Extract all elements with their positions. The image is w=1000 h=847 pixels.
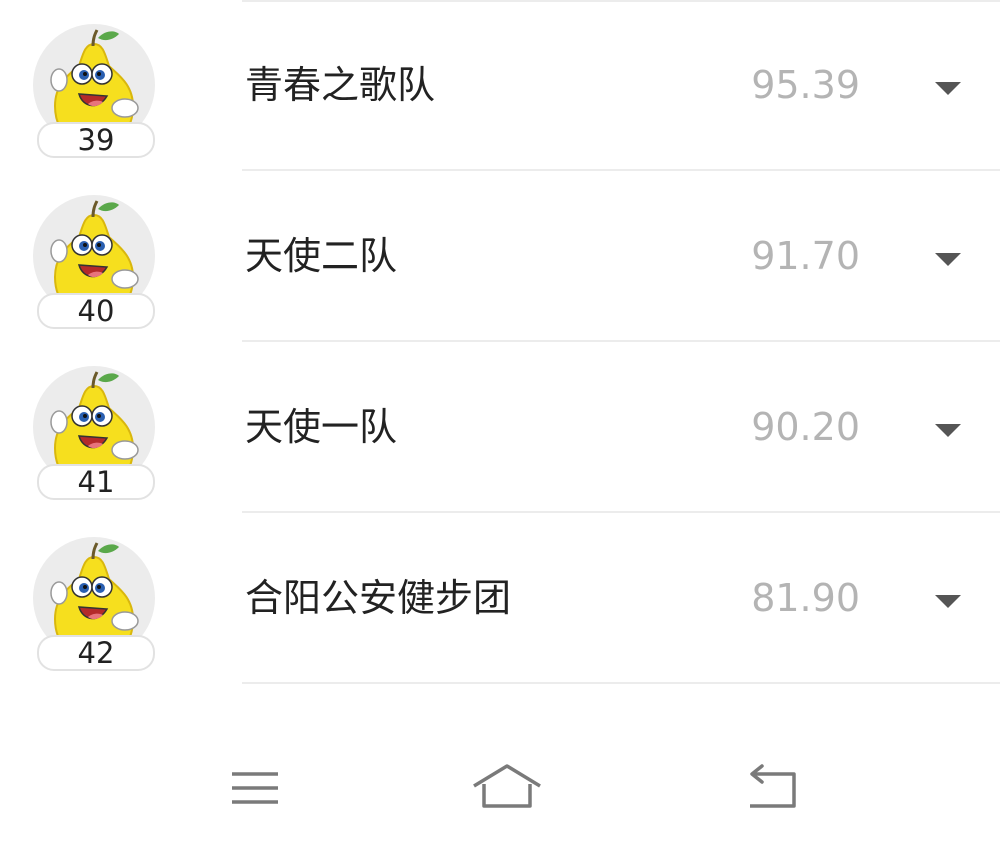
caret-down-icon [935, 595, 961, 608]
expand-button[interactable] [918, 233, 976, 283]
team-name: 天使一队 [245, 405, 398, 449]
expand-button[interactable] [918, 575, 976, 625]
team-avatar[interactable]: 42 [33, 531, 157, 673]
team-row[interactable]: 42 合阳公安健步团 81.90 [0, 513, 1000, 684]
team-name: 合阳公安健步团 [245, 576, 512, 620]
team-row[interactable]: 39 青春之歌队 95.39 [0, 0, 1000, 171]
expand-button[interactable] [918, 62, 976, 112]
team-avatar[interactable]: 39 [33, 18, 157, 160]
nav-menu-button[interactable] [210, 752, 300, 822]
caret-down-icon [935, 82, 961, 95]
caret-down-icon [935, 424, 961, 437]
system-nav-bar [0, 710, 1000, 847]
rank-badge: 42 [37, 635, 155, 671]
team-name: 青春之歌队 [245, 63, 436, 107]
back-icon [750, 764, 796, 808]
team-ranking-list: 39 青春之歌队 95.39 40 天使二队 91.70 41 天使一队 90.… [0, 0, 1000, 684]
team-row[interactable]: 40 天使二队 91.70 [0, 171, 1000, 342]
team-score: 81.90 [751, 576, 860, 620]
leaderboard-screen: 39 青春之歌队 95.39 40 天使二队 91.70 41 天使一队 90.… [0, 0, 1000, 847]
team-score: 91.70 [751, 234, 860, 278]
team-avatar[interactable]: 40 [33, 189, 157, 331]
row-divider [242, 682, 1000, 684]
team-avatar[interactable]: 41 [33, 360, 157, 502]
nav-home-button[interactable] [462, 752, 552, 822]
team-score: 95.39 [751, 63, 860, 107]
rank-badge: 39 [37, 122, 155, 158]
caret-down-icon [935, 253, 961, 266]
home-icon [473, 764, 541, 808]
team-name: 天使二队 [245, 234, 398, 278]
rank-badge: 40 [37, 293, 155, 329]
expand-button[interactable] [918, 404, 976, 454]
rank-badge: 41 [37, 464, 155, 500]
nav-back-button[interactable] [728, 752, 818, 822]
team-row[interactable]: 41 天使一队 90.20 [0, 342, 1000, 513]
menu-icon [232, 772, 278, 804]
team-score: 90.20 [751, 405, 860, 449]
